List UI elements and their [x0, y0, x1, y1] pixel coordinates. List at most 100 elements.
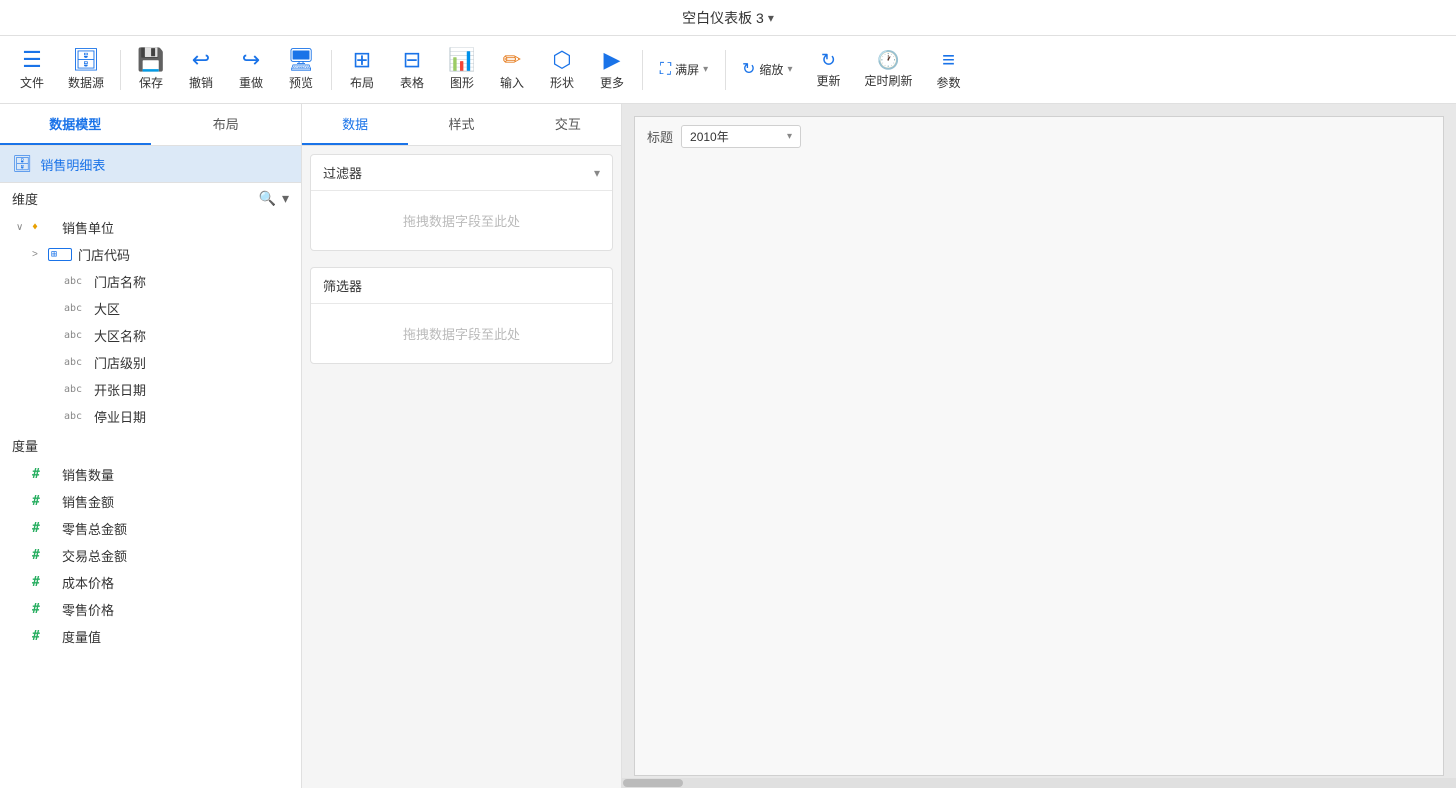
bottom-scrollbar[interactable]: [622, 778, 1456, 788]
filter-section: 过滤器 ▾ 拖拽数据字段至此处: [310, 154, 613, 251]
dim-district-name[interactable]: abc 大区名称: [0, 322, 301, 349]
toolbar-fullscreen-label: 满屏: [675, 61, 699, 78]
canvas-title-dropdown-arrow[interactable]: ▾: [787, 131, 792, 142]
toolbar-datasource[interactable]: 🗄 数据源: [58, 45, 114, 95]
dimensions-title: 维度: [12, 189, 38, 208]
selector-header: 筛选器: [311, 268, 612, 304]
type-key: ♦: [32, 222, 56, 233]
left-tabs: 数据模型 布局: [0, 104, 301, 146]
dimensions-actions: 🔍 ▾: [259, 190, 289, 207]
measure-retail-total[interactable]: # 零售总金额: [0, 515, 301, 542]
type-hash-retail-price: #: [32, 602, 56, 617]
selector-section: 筛选器 拖拽数据字段至此处: [310, 267, 613, 364]
middle-tabs: 数据 样式 交互: [302, 104, 621, 146]
canvas-title-input[interactable]: 2010年 ▾: [681, 125, 801, 148]
update-icon: ↻: [821, 51, 836, 69]
toolbar-params[interactable]: ≡ 参数: [924, 45, 972, 95]
toolbar-params-label: 参数: [936, 74, 960, 91]
toolbar-timer[interactable]: 🕐 定时刷新: [854, 47, 922, 93]
tab-layout[interactable]: 布局: [151, 104, 302, 145]
data-model-item[interactable]: 🗄 销售明细表: [0, 146, 301, 183]
dim-close-date[interactable]: abc 停业日期: [0, 403, 301, 430]
toolbar-separator-1: [120, 50, 121, 90]
toolbar-redo-label: 重做: [239, 74, 263, 91]
type-table: ⊞: [48, 248, 72, 261]
fullscreen-arrow[interactable]: ▾: [703, 64, 708, 75]
chart-icon: 📊: [448, 49, 475, 71]
toolbar-file-label: 文件: [20, 74, 44, 91]
title-bar-content[interactable]: 空白仪表板 3 ▾: [682, 8, 774, 28]
title-dropdown-arrow[interactable]: ▾: [768, 11, 774, 25]
tab-style[interactable]: 样式: [408, 104, 514, 145]
toolbar-save-label: 保存: [139, 74, 163, 91]
toolbar-preview[interactable]: 🖥 预览: [277, 45, 325, 95]
right-panel: 标题 2010年 ▾: [622, 104, 1456, 788]
dimensions-header: 维度 🔍 ▾: [0, 183, 301, 214]
measure-measure-value[interactable]: # 度量值: [0, 623, 301, 650]
toolbar-redo[interactable]: ↪ 重做: [227, 45, 275, 95]
undo-icon: ↩: [192, 49, 210, 71]
scrollbar-thumb[interactable]: [623, 779, 683, 787]
file-icon: ☰: [22, 49, 42, 71]
preview-icon: 🖥: [287, 49, 315, 71]
toolbar-more[interactable]: ▶ 更多: [588, 45, 636, 95]
type-hash-retail-total: #: [32, 521, 56, 536]
filter-collapse-arrow[interactable]: ▾: [594, 166, 600, 180]
toolbar-separator-4: [725, 50, 726, 90]
toolbar-table[interactable]: ⊟ 表格: [388, 45, 436, 95]
canvas-title-label: 标题: [647, 127, 673, 146]
filter-dropzone-text: 拖拽数据字段至此处: [403, 214, 520, 229]
toolbar-separator-2: [331, 50, 332, 90]
measure-transaction-total[interactable]: # 交易总金额: [0, 542, 301, 569]
dim-label-store-name: 门店名称: [94, 272, 146, 291]
canvas-area: 标题 2010年 ▾: [634, 116, 1444, 776]
toolbar-undo[interactable]: ↩ 撤销: [177, 45, 225, 95]
dim-label-sales-unit: 销售单位: [62, 218, 114, 237]
data-model-label: 销售明细表: [40, 155, 105, 174]
dim-label-close-date: 停业日期: [94, 407, 146, 426]
main-layout: 数据模型 布局 🗄 销售明细表 维度 🔍 ▾ ∨ ♦ 销售单位 > ⊞ 门店代码: [0, 104, 1456, 788]
dim-store-level[interactable]: abc 门店级别: [0, 349, 301, 376]
toolbar-layout[interactable]: ⊞ 布局: [338, 45, 386, 95]
toolbar-update[interactable]: ↻ 更新: [804, 47, 852, 93]
dim-label-store-code: 门店代码: [78, 245, 130, 264]
toolbar-zoom[interactable]: ↻ 缩放 ▾: [732, 57, 802, 82]
toolbar-update-label: 更新: [816, 72, 840, 89]
dim-open-date[interactable]: abc 开张日期: [0, 376, 301, 403]
toolbar-shape[interactable]: ⬡ 形状: [538, 45, 586, 95]
toolbar-fullscreen[interactable]: ⛶ 满屏 ▾: [649, 57, 719, 82]
filter-title: 过滤器: [323, 163, 362, 182]
toolbar-undo-label: 撤销: [189, 74, 213, 91]
toolbar-file[interactable]: ☰ 文件: [8, 45, 56, 95]
type-abc-district: abc: [64, 303, 88, 314]
zoom-arrow[interactable]: ▾: [787, 64, 792, 75]
tab-interact[interactable]: 交互: [515, 104, 621, 145]
toolbar-zoom-label: 缩放: [759, 61, 783, 78]
tab-datamodel[interactable]: 数据模型: [0, 104, 151, 145]
measure-label-sales-qty: 销售数量: [62, 465, 114, 484]
dimensions-dropdown-icon[interactable]: ▾: [282, 190, 289, 207]
tab-data[interactable]: 数据: [302, 104, 408, 145]
dimensions-search-icon[interactable]: 🔍: [259, 190, 276, 207]
measure-cost-price[interactable]: # 成本价格: [0, 569, 301, 596]
layout-icon: ⊞: [353, 49, 371, 71]
left-panel: 数据模型 布局 🗄 销售明细表 维度 🔍 ▾ ∨ ♦ 销售单位 > ⊞ 门店代码: [0, 104, 302, 788]
toolbar-save[interactable]: 💾 保存: [127, 45, 175, 95]
measure-sales-amount[interactable]: # 销售金额: [0, 488, 301, 515]
dim-store-name[interactable]: abc 门店名称: [0, 268, 301, 295]
measure-label-retail-price: 零售价格: [62, 600, 114, 619]
zoom-icon: ↻: [742, 62, 755, 78]
measure-sales-qty[interactable]: # 销售数量: [0, 461, 301, 488]
dim-district[interactable]: abc 大区: [0, 295, 301, 322]
type-hash-sales-qty: #: [32, 467, 56, 482]
type-abc-close-date: abc: [64, 411, 88, 422]
toolbar-input[interactable]: ✏ 输入: [488, 45, 536, 95]
measure-retail-price[interactable]: # 零售价格: [0, 596, 301, 623]
dim-label-district: 大区: [94, 299, 120, 318]
timer-icon: 🕐: [877, 51, 899, 69]
filter-dropzone: 拖拽数据字段至此处: [311, 191, 612, 250]
dim-sales-unit[interactable]: ∨ ♦ 销售单位: [0, 214, 301, 241]
toolbar-chart[interactable]: 📊 图形: [438, 45, 486, 95]
dim-store-code[interactable]: > ⊞ 门店代码: [0, 241, 301, 268]
selector-dropzone: 拖拽数据字段至此处: [311, 304, 612, 363]
